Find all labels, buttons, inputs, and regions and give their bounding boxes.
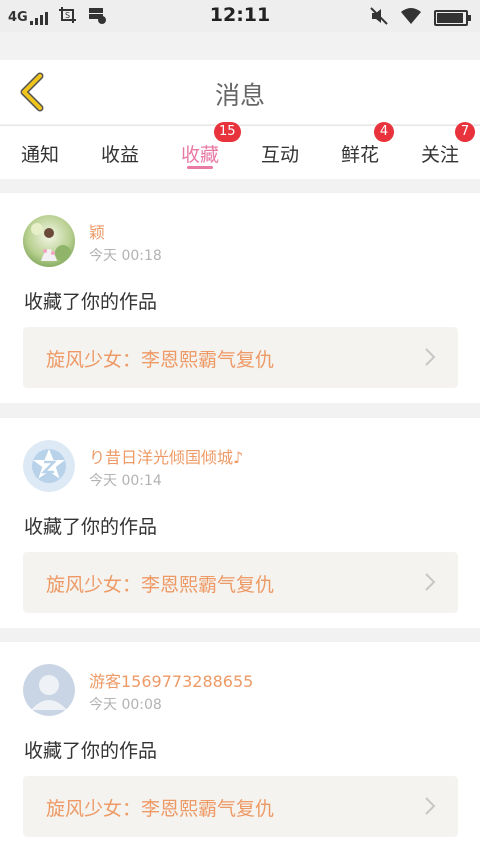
timestamp: 今天 00:14 — [89, 473, 162, 489]
action-text: 收藏了你的作品 — [24, 516, 158, 538]
action-text: 收藏了你的作品 — [24, 740, 158, 762]
avatar[interactable] — [23, 440, 75, 492]
header: 消息 — [0, 60, 480, 124]
avatar[interactable] — [23, 664, 75, 716]
tab-badge-follows: 7 — [455, 122, 475, 142]
action-text: 收藏了你的作品 — [24, 291, 158, 313]
tab-interaction[interactable]: 互动 — [240, 126, 320, 180]
mute-icon — [370, 7, 388, 29]
message-card: 游客1569773288655 今天 00:08 收藏了你的作品 旋风少女：李恩… — [0, 642, 480, 854]
tab-badge-favorites: 15 — [214, 122, 241, 142]
message-card: り昔日洋光倾国倾城♪ 今天 00:14 收藏了你的作品 旋风少女：李恩熙霸气复仇 — [0, 418, 480, 628]
tab-label: 通知 — [20, 143, 59, 166]
work-link[interactable]: 旋风少女：李恩熙霸气复仇 — [23, 552, 458, 613]
tab-badge-flowers: 4 — [374, 122, 394, 142]
tab-notifications[interactable]: 通知 — [0, 126, 80, 180]
tab-label: 鲜花 — [340, 143, 379, 166]
tab-earnings[interactable]: 收益 — [80, 126, 160, 180]
work-link[interactable]: 旋风少女：李恩熙霸气复仇 — [23, 776, 458, 837]
username[interactable]: 游客1569773288655 — [89, 668, 253, 692]
chevron-right-icon — [425, 348, 436, 366]
timestamp: 今天 00:18 — [89, 248, 162, 264]
username[interactable]: り昔日洋光倾国倾城♪ — [89, 444, 243, 468]
photo-avatar-image — [23, 215, 75, 267]
tab-bar: 通知 收益 收藏 15 互动 鲜花 4 关注 7 — [0, 122, 480, 180]
chevron-right-icon — [425, 573, 436, 591]
star-avatar-icon — [23, 440, 75, 492]
timestamp: 今天 00:08 — [89, 697, 162, 713]
page-title: 消息 — [214, 81, 265, 110]
tab-label: 收益 — [100, 143, 139, 166]
status-bar: 4G S 12:11 — [0, 0, 480, 32]
work-link[interactable]: 旋风少女：李恩熙霸气复仇 — [23, 327, 458, 388]
work-title: 旋风少女：李恩熙霸气复仇 — [46, 574, 275, 596]
battery-icon — [434, 10, 471, 26]
work-title: 旋风少女：李恩熙霸气复仇 — [46, 798, 275, 820]
default-avatar-icon — [23, 664, 75, 716]
username[interactable]: 颖 — [89, 219, 105, 243]
tab-label: 关注 — [420, 143, 459, 166]
avatar[interactable] — [23, 215, 75, 267]
tab-label: 互动 — [260, 143, 299, 166]
tab-flowers[interactable]: 鲜花 4 — [320, 122, 400, 180]
chevron-right-icon — [425, 797, 436, 815]
tab-favorites[interactable]: 收藏 15 — [160, 122, 241, 180]
status-right — [370, 7, 471, 29]
message-card: 颖 今天 00:18 收藏了你的作品 旋风少女：李恩熙霸气复仇 — [0, 193, 480, 403]
tab-follows[interactable]: 关注 7 — [400, 122, 480, 180]
tab-label: 收藏 — [180, 143, 219, 166]
work-title: 旋风少女：李恩熙霸气复仇 — [46, 349, 275, 371]
active-tab-indicator — [187, 166, 213, 169]
wifi-icon — [400, 7, 422, 29]
